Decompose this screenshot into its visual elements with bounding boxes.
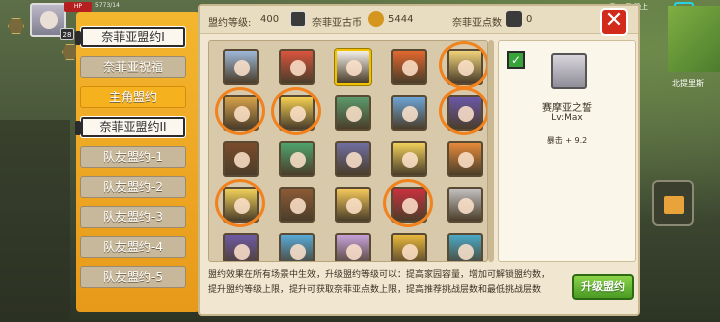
portrait-grid xyxy=(208,40,488,262)
description-text: 盟约效果在所有场景中生效，升级盟约等级可以：提高家园容量，增加可解锁盟约数， 提… xyxy=(208,268,568,308)
tab-teammate-4[interactable]: 队友盟约-4 xyxy=(80,236,186,258)
description-line-2: 提升盟约等级上限，提升可获取奈菲亚点数上限，提高推荐挑战层数和最低挑战层数 xyxy=(208,285,542,295)
character-portrait[interactable] xyxy=(223,95,259,131)
points-icon xyxy=(506,11,522,27)
close-icon[interactable]: ✕ xyxy=(600,8,628,36)
character-portrait[interactable] xyxy=(335,187,371,223)
top-bar: 盟约等级: 400 奈菲亚古币 5444 奈菲亚点数 0 xyxy=(200,6,638,34)
coin-icon xyxy=(368,11,384,27)
character-portrait[interactable] xyxy=(335,141,371,177)
description-line-1: 盟约效果在所有场景中生效，升级盟约等级可以：提高家园容量，增加可解锁盟约数， xyxy=(208,270,551,280)
content-area: 盟约等级: 400 奈菲亚古币 5444 奈菲亚点数 0 ✓ 赛摩亚之誓 Lv:… xyxy=(198,4,640,316)
coin-value: 5444 xyxy=(388,14,414,25)
background-tile xyxy=(0,120,70,320)
character-portrait[interactable] xyxy=(223,233,259,261)
character-portrait[interactable] xyxy=(279,141,315,177)
minimap-label: 北提里斯 xyxy=(672,79,704,88)
character-portrait[interactable] xyxy=(335,49,371,85)
player-level-badge: 28 xyxy=(60,28,74,40)
tab-teammate-3[interactable]: 队友盟约-3 xyxy=(80,206,186,228)
character-portrait[interactable] xyxy=(447,49,483,85)
detail-card: ✓ 赛摩亚之誓 Lv:Max 暴击 + 9.2 xyxy=(498,40,636,262)
character-portrait[interactable] xyxy=(279,95,315,131)
character-portrait[interactable] xyxy=(279,49,315,85)
character-portrait[interactable] xyxy=(391,95,427,131)
character-portrait[interactable] xyxy=(447,141,483,177)
character-portrait[interactable] xyxy=(279,233,315,261)
detail-name: 赛摩亚之誓 xyxy=(542,103,592,114)
character-portrait[interactable] xyxy=(391,49,427,85)
minimap[interactable] xyxy=(668,6,720,72)
info-icon[interactable] xyxy=(290,11,306,27)
character-portrait[interactable] xyxy=(223,187,259,223)
character-portrait[interactable] xyxy=(391,233,427,261)
character-portrait[interactable] xyxy=(279,187,315,223)
check-icon[interactable]: ✓ xyxy=(507,51,525,69)
grid-scrollbar[interactable] xyxy=(488,40,494,262)
character-portrait[interactable] xyxy=(223,49,259,85)
detail-stat: 暴击 + 9.2 xyxy=(546,136,588,145)
tab-teammate-2[interactable]: 队友盟约-2 xyxy=(80,176,186,198)
tab-teammate-1[interactable]: 队友盟约-1 xyxy=(80,146,186,168)
points-value: 0 xyxy=(526,14,533,25)
tab-pledge-1[interactable]: 奈菲亚盟约I xyxy=(75,26,186,48)
detail-portrait xyxy=(551,53,587,89)
detail-level: Lv:Max xyxy=(551,113,583,123)
side-tab-list: 奈菲亚盟约I 奈菲亚祝福 主角盟约 奈菲亚盟约II 队友盟约-1 队友盟约-2 … xyxy=(75,12,200,312)
coin-label: 奈菲亚古币 xyxy=(312,18,362,29)
character-portrait[interactable] xyxy=(335,233,371,261)
points-label: 奈菲亚点数 xyxy=(452,18,502,29)
tab-teammate-5[interactable]: 队友盟约-5 xyxy=(80,266,186,288)
home-hud-button[interactable] xyxy=(652,180,694,226)
pledge-panel: 奈菲亚盟约I 奈菲亚祝福 主角盟约 奈菲亚盟约II 队友盟约-1 队友盟约-2 … xyxy=(75,4,640,316)
character-portrait[interactable] xyxy=(391,141,427,177)
character-portrait[interactable] xyxy=(447,187,483,223)
character-portrait[interactable] xyxy=(223,141,259,177)
level-value: 400 xyxy=(260,14,280,25)
character-portrait[interactable] xyxy=(391,187,427,223)
character-portrait[interactable] xyxy=(447,233,483,261)
character-portrait[interactable] xyxy=(335,95,371,131)
tab-pledge-2[interactable]: 奈菲亚盟约II xyxy=(75,116,186,138)
tab-blessing[interactable]: 奈菲亚祝福 xyxy=(80,56,186,78)
character-portrait[interactable] xyxy=(447,95,483,131)
upgrade-pledge-button[interactable]: 升级盟约 xyxy=(572,274,634,300)
level-label: 盟约等级: xyxy=(208,18,252,29)
tab-hero-pledge[interactable]: 主角盟约 xyxy=(80,86,186,108)
